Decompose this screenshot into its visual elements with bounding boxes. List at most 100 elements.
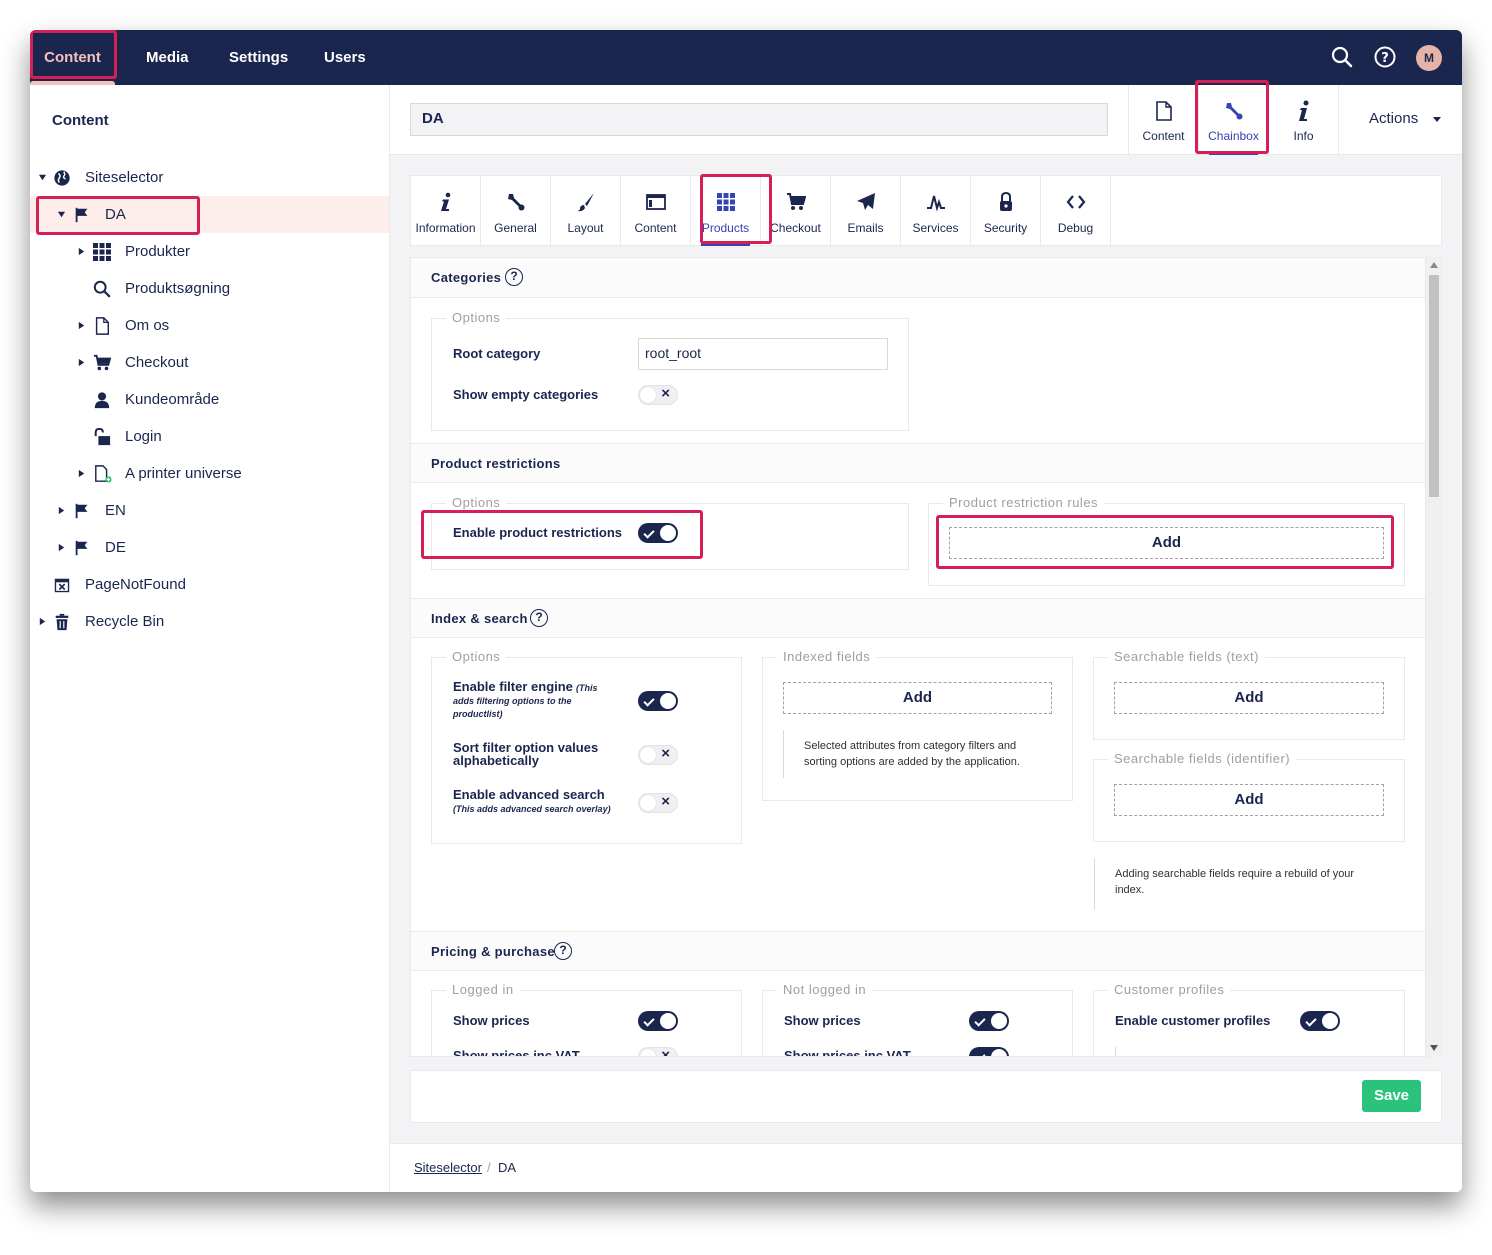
note-line: Adding searchable fields require a rebui… — [1115, 868, 1355, 880]
enable-customer-profiles-label: Enable customer profiles — [1115, 1013, 1271, 1028]
document-icon — [95, 317, 110, 335]
help-icon[interactable]: ? — [1373, 45, 1397, 69]
breadcrumb-current: DA — [498, 1160, 517, 1175]
tree-item-checkout[interactable]: Checkout — [30, 344, 389, 381]
add-searchable-identifier-button[interactable]: Add — [1114, 784, 1384, 816]
tree-item-en[interactable]: EN — [30, 492, 389, 529]
scroll-thumb[interactable] — [1429, 275, 1439, 497]
tree-label: A printer universe — [125, 465, 242, 482]
topnav-users[interactable]: Users — [324, 30, 366, 85]
app-info-button[interactable]: Info — [1268, 85, 1338, 155]
logged-in-show-prices-toggle[interactable] — [638, 1011, 678, 1031]
advanced-search-toggle[interactable] — [638, 793, 678, 813]
index-options-fieldset: Options Enable filter engine (This adds … — [431, 649, 742, 844]
app-label: Chainbox — [1208, 129, 1259, 143]
tab-information[interactable]: Information — [411, 176, 481, 246]
topnav-content[interactable]: Content — [30, 30, 115, 85]
restriction-rules-fieldset: Product restriction rules Add — [928, 495, 1405, 586]
tab-debug[interactable]: Debug — [1041, 176, 1111, 246]
add-searchable-text-button[interactable]: Add — [1114, 682, 1384, 714]
root-category-label: Root category — [453, 346, 541, 361]
tree-item-a-printer-universe[interactable]: A printer universe — [30, 455, 389, 492]
tab-content[interactable]: Content — [621, 176, 691, 246]
flag-icon — [75, 207, 88, 223]
caret-right-icon[interactable] — [57, 506, 66, 515]
tab-layout[interactable]: Layout — [551, 176, 621, 246]
flag-icon — [75, 540, 88, 556]
advanced-search-note: (This adds advanced search overlay) — [453, 804, 611, 814]
cart-icon — [93, 354, 111, 371]
not-logged-in-show-prices-vat-toggle[interactable] — [969, 1047, 1009, 1056]
tree-item-recycle-bin[interactable]: Recycle Bin — [30, 603, 389, 640]
caret-down-icon[interactable] — [38, 173, 47, 182]
scroll-down-icon[interactable] — [1430, 1045, 1438, 1051]
help-icon[interactable]: ? — [530, 609, 548, 627]
caret-right-icon[interactable] — [77, 247, 86, 256]
node-name-input[interactable]: DA — [410, 103, 1108, 136]
tree-item-da[interactable]: DA — [30, 196, 389, 233]
user-avatar[interactable]: M — [1416, 45, 1442, 71]
note-line: index. — [1115, 884, 1145, 896]
tab-label: Security — [983, 221, 1028, 235]
show-empty-categories-label: Show empty categories — [453, 387, 599, 402]
search-icon[interactable] — [1330, 45, 1354, 69]
caret-right-icon[interactable] — [38, 617, 47, 626]
app-content-button[interactable]: Content — [1128, 85, 1198, 155]
panel-scrollbar[interactable] — [1426, 257, 1442, 1057]
not-logged-in-show-prices-toggle[interactable] — [969, 1011, 1009, 1031]
help-icon[interactable]: ? — [554, 942, 572, 960]
topnav-settings[interactable]: Settings — [229, 30, 288, 85]
caret-right-icon[interactable] — [77, 358, 86, 367]
root-category-input[interactable]: root_root — [638, 338, 888, 370]
flag-icon — [75, 503, 88, 519]
caret-down-icon[interactable] — [57, 210, 66, 219]
logged-in-fieldset: Logged in Show prices Show prices inc VA… — [431, 982, 742, 1056]
section-index-search-header: Index & search ? — [411, 598, 1425, 638]
code-icon — [1066, 195, 1086, 209]
show-prices-label: Show prices — [784, 1013, 861, 1028]
scroll-up-icon[interactable] — [1430, 262, 1438, 268]
add-restriction-rule-button[interactable]: Add — [949, 527, 1384, 559]
tab-products[interactable]: Products — [691, 176, 761, 246]
tree-item-de[interactable]: DE — [30, 529, 389, 566]
tree-label: Om os — [125, 317, 170, 334]
tree-label: Recycle Bin — [85, 613, 165, 630]
filter-engine-toggle[interactable] — [638, 691, 678, 711]
tree-item-kundeomrade[interactable]: Kundeområde — [30, 381, 389, 418]
logged-in-show-prices-vat-toggle[interactable] — [638, 1047, 678, 1056]
app-chainbox-button[interactable]: Chainbox — [1198, 85, 1268, 155]
tree-item-produkter[interactable]: Produkter — [30, 233, 389, 270]
fieldset-legend: Not logged in — [777, 982, 873, 997]
caret-right-icon[interactable] — [77, 469, 86, 478]
searchable-fields-note: Adding searchable fields require a rebui… — [1094, 858, 1394, 910]
enable-customer-profiles-toggle[interactable] — [1300, 1011, 1340, 1031]
tree-item-login[interactable]: Login — [30, 418, 389, 455]
tree-label: DE — [105, 539, 126, 556]
not-logged-in-fieldset: Not logged in Show prices Show prices in… — [762, 982, 1073, 1056]
tree-item-siteselector[interactable]: Siteselector — [30, 159, 389, 196]
tab-label: Content — [634, 221, 677, 235]
tab-services[interactable]: Services — [901, 176, 971, 246]
actions-dropdown[interactable]: Actions — [1338, 85, 1462, 155]
caret-right-icon[interactable] — [57, 543, 66, 552]
enable-restrictions-toggle[interactable] — [638, 523, 678, 543]
caret-right-icon[interactable] — [77, 321, 86, 330]
tree-item-pagenotfound[interactable]: PageNotFound — [30, 566, 389, 603]
tab-general[interactable]: General — [481, 176, 551, 246]
actions-label: Actions — [1369, 110, 1419, 127]
search-icon — [93, 280, 111, 298]
save-button[interactable]: Save — [1362, 1080, 1421, 1112]
tab-checkout[interactable]: Checkout — [761, 176, 831, 246]
topnav-media[interactable]: Media — [146, 30, 189, 85]
fieldset-legend: Product restriction rules — [943, 495, 1105, 510]
tab-emails[interactable]: Emails — [831, 176, 901, 246]
indexed-fields-fieldset: Indexed fields Add Selected attributes f… — [762, 649, 1073, 801]
sort-alphabetically-toggle[interactable] — [638, 745, 678, 765]
show-empty-categories-toggle[interactable] — [638, 385, 678, 405]
help-icon[interactable]: ? — [505, 268, 523, 286]
tree-item-om-os[interactable]: Om os — [30, 307, 389, 344]
tree-item-produktsogning[interactable]: Produktsøgning — [30, 270, 389, 307]
breadcrumb-link-siteselector[interactable]: Siteselector — [414, 1160, 482, 1175]
add-indexed-field-button[interactable]: Add — [783, 682, 1052, 714]
tab-security[interactable]: Security — [971, 176, 1041, 246]
